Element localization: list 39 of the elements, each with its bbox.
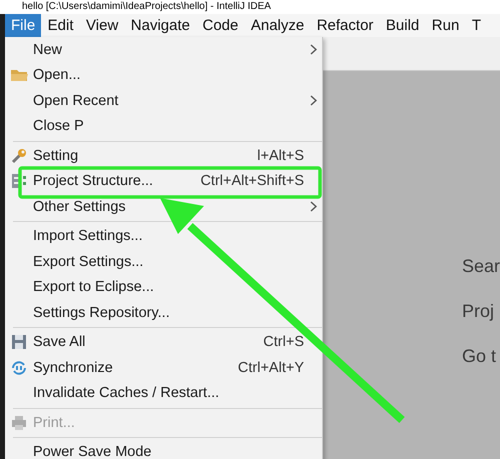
wrench-icon <box>10 146 28 165</box>
menu-item[interactable]: Project Structure... <box>33 173 190 190</box>
menu-bar-item[interactable]: Run <box>426 14 466 37</box>
menu-item[interactable]: Synchronize <box>33 360 228 376</box>
menu-bar-item[interactable]: Refactor <box>310 14 380 37</box>
menu-item[interactable]: Save All <box>33 334 254 350</box>
menu-item[interactable]: Setting <box>33 148 248 164</box>
menu-item[interactable]: Export Settings... <box>33 254 294 270</box>
shortcut-label: Ctrl+Alt+Y <box>236 360 304 376</box>
sync-icon <box>10 360 28 376</box>
menu-bar-item[interactable]: Build <box>380 14 426 37</box>
menu-bar-item[interactable]: Code <box>196 14 244 37</box>
menu-item[interactable]: Power Save Mode <box>33 444 294 459</box>
menu-item[interactable]: Invalidate Caches / Restart... <box>33 385 294 402</box>
welcome-hint: Go t <box>462 346 498 367</box>
menu-bar-item[interactable]: Navigate <box>124 14 196 37</box>
window-title: hello [C:\Users\damimi\IdeaProjects\hello] - IntelliJ IDEA <box>22 0 271 14</box>
menu-item[interactable]: New <box>33 42 294 58</box>
welcome-hint: Sear <box>462 256 500 277</box>
menu-item[interactable]: Open... <box>33 67 294 84</box>
menu-item[interactable]: Close P <box>33 118 294 134</box>
menu-item[interactable]: Export to Eclipse... <box>33 279 294 296</box>
shortcut-label: l+Alt+S <box>256 148 304 164</box>
menu-item[interactable]: Open Recent <box>33 92 294 109</box>
menu-bar-item[interactable]: File <box>5 14 42 37</box>
menu-bar-item[interactable]: Edit <box>42 14 80 37</box>
folder-icon <box>10 68 28 82</box>
menu-bar-item[interactable]: Analyze <box>244 14 310 37</box>
shortcut-label: Ctrl+S <box>262 334 304 350</box>
menu-item[interactable]: Import Settings... <box>33 228 294 244</box>
welcome-hint: Proj <box>462 301 496 322</box>
save-icon <box>11 334 27 350</box>
structure-icon <box>11 173 27 190</box>
menu-item[interactable]: Settings Repository... <box>33 304 294 321</box>
menu-item[interactable]: Other Settings <box>33 198 294 215</box>
shortcut-label: Ctrl+Alt+Shift+S <box>199 173 304 190</box>
menu-bar-item[interactable]: View <box>80 14 124 37</box>
menu-bar-item[interactable]: T <box>466 14 487 37</box>
printer-icon <box>11 414 27 431</box>
